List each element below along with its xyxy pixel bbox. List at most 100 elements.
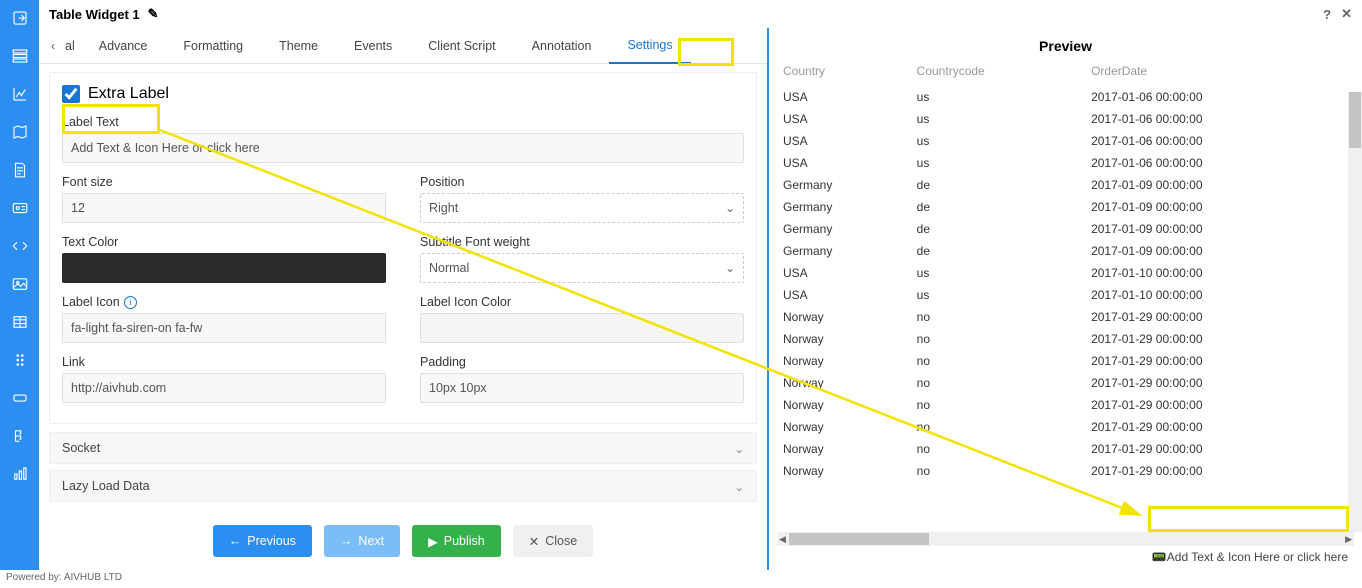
table-icon[interactable] <box>10 312 30 332</box>
table-cell: no <box>911 306 1085 328</box>
table-cell: USA <box>777 152 911 174</box>
label-text-input[interactable] <box>62 133 744 163</box>
vertical-scrollbar[interactable] <box>1348 92 1362 532</box>
layout-icon[interactable] <box>10 46 30 66</box>
tab-settings[interactable]: Settings <box>609 28 690 64</box>
label-icon[interactable] <box>10 388 30 408</box>
preview-table: CountryCountrycodeOrderDate USAus2017-01… <box>777 60 1354 482</box>
drag-icon[interactable] <box>10 350 30 370</box>
table-row[interactable]: Norwayno2017-01-29 00:00:00 <box>777 394 1354 416</box>
table-header[interactable]: OrderDate <box>1085 60 1354 86</box>
table-row[interactable]: Germanyde2017-01-09 00:00:00 <box>777 240 1354 262</box>
table-row[interactable]: USAus2017-01-06 00:00:00 <box>777 152 1354 174</box>
accordion-lazy-load[interactable]: Lazy Load Data⌃ <box>49 470 757 502</box>
table-row[interactable]: Norwayno2017-01-29 00:00:00 <box>777 416 1354 438</box>
tab-al[interactable]: al <box>63 28 81 64</box>
tab-annotation[interactable]: Annotation <box>514 28 610 64</box>
link-input[interactable] <box>62 373 386 403</box>
accordion-socket[interactable]: Socket⌃ <box>49 432 757 464</box>
vertical-scroll-thumb[interactable] <box>1349 92 1361 148</box>
table-row[interactable]: Norwayno2017-01-29 00:00:00 <box>777 350 1354 372</box>
label-icon-input[interactable] <box>62 313 386 343</box>
next-button[interactable]: →Next <box>324 525 400 557</box>
tab-events[interactable]: Events <box>336 28 410 64</box>
horizontal-scrollbar[interactable]: ◀ ▶ <box>777 532 1354 546</box>
close-window-icon[interactable]: ✕ <box>1341 6 1352 22</box>
table-cell: 2017-01-29 00:00:00 <box>1085 438 1354 460</box>
table-row[interactable]: USAus2017-01-06 00:00:00 <box>777 86 1354 108</box>
extra-label-text: Extra Label <box>88 85 169 103</box>
table-row[interactable]: USAus2017-01-10 00:00:00 <box>777 284 1354 306</box>
export-icon[interactable] <box>10 8 30 28</box>
scroll-right-icon[interactable]: ▶ <box>1343 532 1354 547</box>
preview-table-wrap: CountryCountrycodeOrderDate USAus2017-01… <box>769 60 1362 532</box>
map-icon[interactable] <box>10 122 30 142</box>
font-size-input[interactable] <box>62 193 386 223</box>
subtitle-weight-select[interactable]: Normal⌄ <box>420 253 744 283</box>
table-cell: de <box>911 196 1085 218</box>
previous-button[interactable]: ←Previous <box>213 525 312 557</box>
table-cell: Germany <box>777 196 911 218</box>
horizontal-scroll-thumb[interactable] <box>789 533 929 545</box>
stats-icon[interactable] <box>10 464 30 484</box>
table-row[interactable]: Norwayno2017-01-29 00:00:00 <box>777 460 1354 482</box>
table-cell: Norway <box>777 372 911 394</box>
tab-scroll-left-icon[interactable]: ‹ <box>43 39 63 53</box>
position-select[interactable]: Right⌄ <box>420 193 744 223</box>
table-cell: de <box>911 174 1085 196</box>
tab-theme[interactable]: Theme <box>261 28 336 64</box>
table-cell: 2017-01-09 00:00:00 <box>1085 240 1354 262</box>
table-row[interactable]: USAus2017-01-06 00:00:00 <box>777 108 1354 130</box>
padding-input[interactable] <box>420 373 744 403</box>
label-icon-color-swatch[interactable] <box>420 313 744 343</box>
tree-icon[interactable] <box>10 426 30 446</box>
tab-formatting[interactable]: Formatting <box>165 28 261 64</box>
scroll-left-icon[interactable]: ◀ <box>777 532 788 547</box>
help-icon[interactable]: ? <box>1323 7 1331 22</box>
chart-icon[interactable] <box>10 84 30 104</box>
table-cell: USA <box>777 130 911 152</box>
table-cell: us <box>911 130 1085 152</box>
table-row[interactable]: Germanyde2017-01-09 00:00:00 <box>777 218 1354 240</box>
chevron-down-icon: ⌄ <box>725 201 735 215</box>
extra-label-checkbox[interactable] <box>62 85 80 103</box>
table-header[interactable]: Countrycode <box>911 60 1085 86</box>
info-icon[interactable]: i <box>124 296 137 309</box>
close-button[interactable]: ✕Close <box>513 525 593 557</box>
tab-advance[interactable]: Advance <box>81 28 166 64</box>
table-row[interactable]: Germanyde2017-01-09 00:00:00 <box>777 196 1354 218</box>
edit-title-icon[interactable]: ✎ <box>148 6 159 22</box>
table-cell: 2017-01-29 00:00:00 <box>1085 416 1354 438</box>
table-row[interactable]: Norwayno2017-01-29 00:00:00 <box>777 372 1354 394</box>
table-cell: no <box>911 416 1085 438</box>
id-icon[interactable] <box>10 198 30 218</box>
table-cell: de <box>911 240 1085 262</box>
table-cell: USA <box>777 108 911 130</box>
table-row[interactable]: Norwayno2017-01-29 00:00:00 <box>777 438 1354 460</box>
table-row[interactable]: USAus2017-01-10 00:00:00 <box>777 262 1354 284</box>
table-cell: Norway <box>777 306 911 328</box>
tab-client-script[interactable]: Client Script <box>410 28 513 64</box>
image-icon[interactable] <box>10 274 30 294</box>
code-icon[interactable] <box>10 236 30 256</box>
table-row[interactable]: Norwayno2017-01-29 00:00:00 <box>777 306 1354 328</box>
preview-extra-label[interactable]: 📟Add Text & Icon Here or click here <box>769 546 1362 570</box>
table-row[interactable]: Germanyde2017-01-09 00:00:00 <box>777 174 1354 196</box>
padding-label: Padding <box>420 355 744 369</box>
text-color-swatch[interactable] <box>62 253 386 283</box>
publish-button[interactable]: ▶Publish <box>412 525 501 557</box>
table-cell: USA <box>777 86 911 108</box>
table-row[interactable]: Norwayno2017-01-29 00:00:00 <box>777 328 1354 350</box>
label-text-label: Label Text <box>62 115 744 129</box>
table-cell: no <box>911 350 1085 372</box>
table-cell: Norway <box>777 416 911 438</box>
table-cell: Norway <box>777 328 911 350</box>
document-icon[interactable] <box>10 160 30 180</box>
table-row[interactable]: USAus2017-01-06 00:00:00 <box>777 130 1354 152</box>
table-cell: 2017-01-29 00:00:00 <box>1085 394 1354 416</box>
table-cell: us <box>911 284 1085 306</box>
table-cell: 2017-01-29 00:00:00 <box>1085 372 1354 394</box>
arrow-left-icon: ← <box>229 534 242 548</box>
table-cell: Norway <box>777 460 911 482</box>
table-header[interactable]: Country <box>777 60 911 86</box>
